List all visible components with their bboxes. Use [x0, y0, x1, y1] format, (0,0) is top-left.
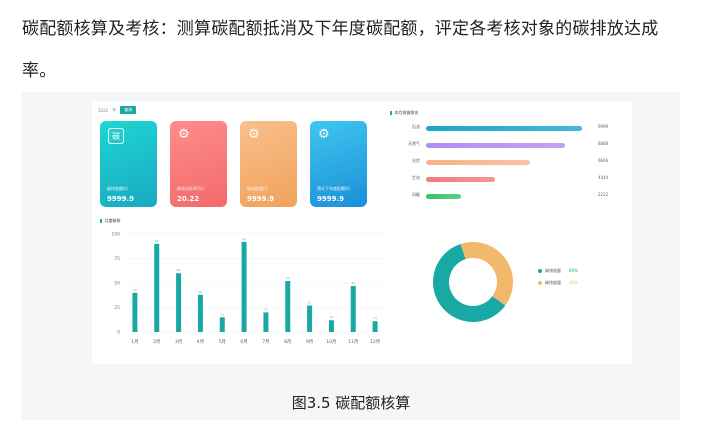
stat-card-label: 碳排放额(t): [107, 186, 128, 191]
stat-card: ⚙ 碳排放量(t) 9999.9: [240, 121, 297, 207]
carbon-badge-icon: 碳: [108, 128, 124, 144]
stat-card-label: 预计下年度配额(t): [317, 186, 350, 191]
bar: [350, 285, 356, 332]
rank-bar-row: 风能 2222: [398, 192, 620, 202]
gears-icon: ⚙: [318, 127, 330, 142]
stat-card: ⚙ 碳排达标率(%) 20.22: [170, 121, 227, 207]
legend-dot-icon: [538, 269, 542, 273]
x-tick-label: 6月: [240, 339, 247, 345]
filter-bar: 2022 年 查询: [98, 106, 137, 114]
figure-panel: 2022 年 查询 碳碳排放额(t) 9999.9 ⚙ 碳排达标率(%) 20.22 ⚙ 碳…: [22, 92, 680, 420]
monthly-section-title: 月度碳排: [100, 218, 121, 224]
bar: [307, 305, 313, 332]
data-label: 52: [286, 276, 290, 280]
rank-section-title: 本月排放排名: [390, 110, 419, 116]
x-tick-label: 5月: [219, 339, 226, 345]
data-label: 40: [133, 288, 137, 292]
rank-bar: [426, 194, 461, 199]
bar: [285, 281, 291, 332]
stat-card: ⚙ 预计下年度配额(t) 9999.9: [310, 121, 367, 207]
monthly-bar-chart: 0 25 50 75 100 40 1月 90 2月 60 3月 38 4月 15 5月 92 6月 20 7月 52…: [111, 232, 386, 345]
figure-caption: 图3.5 碳配额核算: [291, 394, 411, 412]
donut-slice: [460, 242, 513, 306]
y-tick-label: 0: [117, 330, 120, 336]
x-tick-label: 9月: [306, 339, 313, 345]
bar: [263, 312, 269, 332]
bar: [219, 317, 225, 332]
rank-bar-label: 生化: [412, 175, 420, 180]
rank-bar-label: 风能: [412, 192, 420, 197]
rank-bar-value: 2222: [598, 192, 609, 197]
gears-icon: ⚙: [178, 127, 190, 142]
stat-card-value: 20.22: [177, 195, 200, 203]
x-tick-label: 1月: [131, 339, 138, 345]
stat-card-label: 碳排达标率(%): [177, 186, 204, 191]
bar: [328, 320, 334, 332]
data-label: 92: [242, 237, 246, 241]
data-label: 47: [351, 281, 355, 285]
rank-bar-value: 9999: [598, 124, 609, 129]
x-tick-label: 4月: [197, 339, 204, 345]
bar: [154, 243, 160, 332]
legend-item: 碳排放量 40%: [538, 280, 578, 286]
data-label: 20: [264, 307, 268, 311]
rank-bar-row: 生化 4444: [398, 175, 620, 185]
stat-card: 碳碳排放额(t) 9999.9: [100, 121, 157, 207]
donut-chart: [433, 242, 513, 322]
data-label: 38: [199, 290, 203, 294]
legend-label: 碳排放量: [545, 280, 561, 285]
legend-label: 碳排放量: [545, 268, 561, 273]
year-select[interactable]: 2022: [98, 108, 108, 113]
bar: [197, 294, 203, 332]
gears-icon: ⚙: [248, 127, 260, 142]
x-tick-label: 12月: [370, 339, 380, 345]
x-tick-label: 7月: [262, 339, 269, 345]
data-label: 12: [330, 315, 334, 319]
data-label: 90: [155, 239, 159, 243]
y-tick-label: 50: [114, 281, 120, 287]
rank-bar: [426, 160, 530, 165]
rank-bar: [426, 177, 496, 182]
query-button[interactable]: 查询: [120, 106, 137, 114]
stat-card-value: 9999.9: [247, 195, 275, 203]
x-tick-label: 11月: [348, 339, 358, 345]
rank-bar: [426, 143, 565, 148]
rank-bar-value: 4444: [598, 175, 609, 180]
rank-bar-row: 光伏 6666: [398, 158, 620, 168]
data-label: 11: [373, 316, 377, 320]
legend-percent: 60%: [569, 268, 578, 273]
legend-item: 碳排放量 60%: [538, 268, 578, 274]
dashboard-screenshot: 2022 年 查询 碳碳排放额(t) 9999.9 ⚙ 碳排达标率(%) 20.22 ⚙ 碳…: [92, 102, 632, 364]
y-tick-label: 75: [114, 256, 120, 262]
y-tick-label: 25: [114, 305, 120, 311]
bar: [176, 273, 182, 332]
x-tick-label: 3月: [175, 339, 182, 345]
stat-card-value: 9999.9: [107, 195, 135, 203]
rank-bar-value: 6666: [598, 158, 609, 163]
data-label: 60: [177, 268, 181, 272]
bar: [241, 241, 247, 332]
x-tick-label: 2月: [153, 339, 160, 345]
stat-card-value: 9999.9: [317, 195, 345, 203]
bar: [372, 321, 378, 332]
rank-bar-row: 石油 9999: [398, 124, 620, 134]
legend-percent: 40%: [569, 280, 578, 285]
x-tick-label: 8月: [284, 339, 291, 345]
bar: [132, 292, 138, 332]
legend-dot-icon: [538, 281, 542, 285]
intro-paragraph: 碳配额核算及考核：测算碳配额抵消及下年度碳配额，评定各考核对象的碳排放达成率。: [22, 19, 659, 81]
data-label: 15: [220, 312, 224, 316]
period-select[interactable]: 年: [112, 107, 116, 113]
rank-bar-value: 8888: [598, 141, 609, 146]
rank-bar-row: 天然气 8888: [398, 141, 620, 151]
rank-bar: [426, 126, 582, 131]
stat-card-label: 碳排放量(t): [247, 186, 268, 191]
rank-bar-label: 天然气: [408, 141, 420, 146]
data-label: 27: [308, 301, 312, 305]
y-tick-label: 100: [111, 232, 120, 238]
rank-bar-label: 石油: [412, 124, 420, 129]
rank-bar-label: 光伏: [412, 158, 420, 163]
x-tick-label: 10月: [326, 339, 336, 345]
